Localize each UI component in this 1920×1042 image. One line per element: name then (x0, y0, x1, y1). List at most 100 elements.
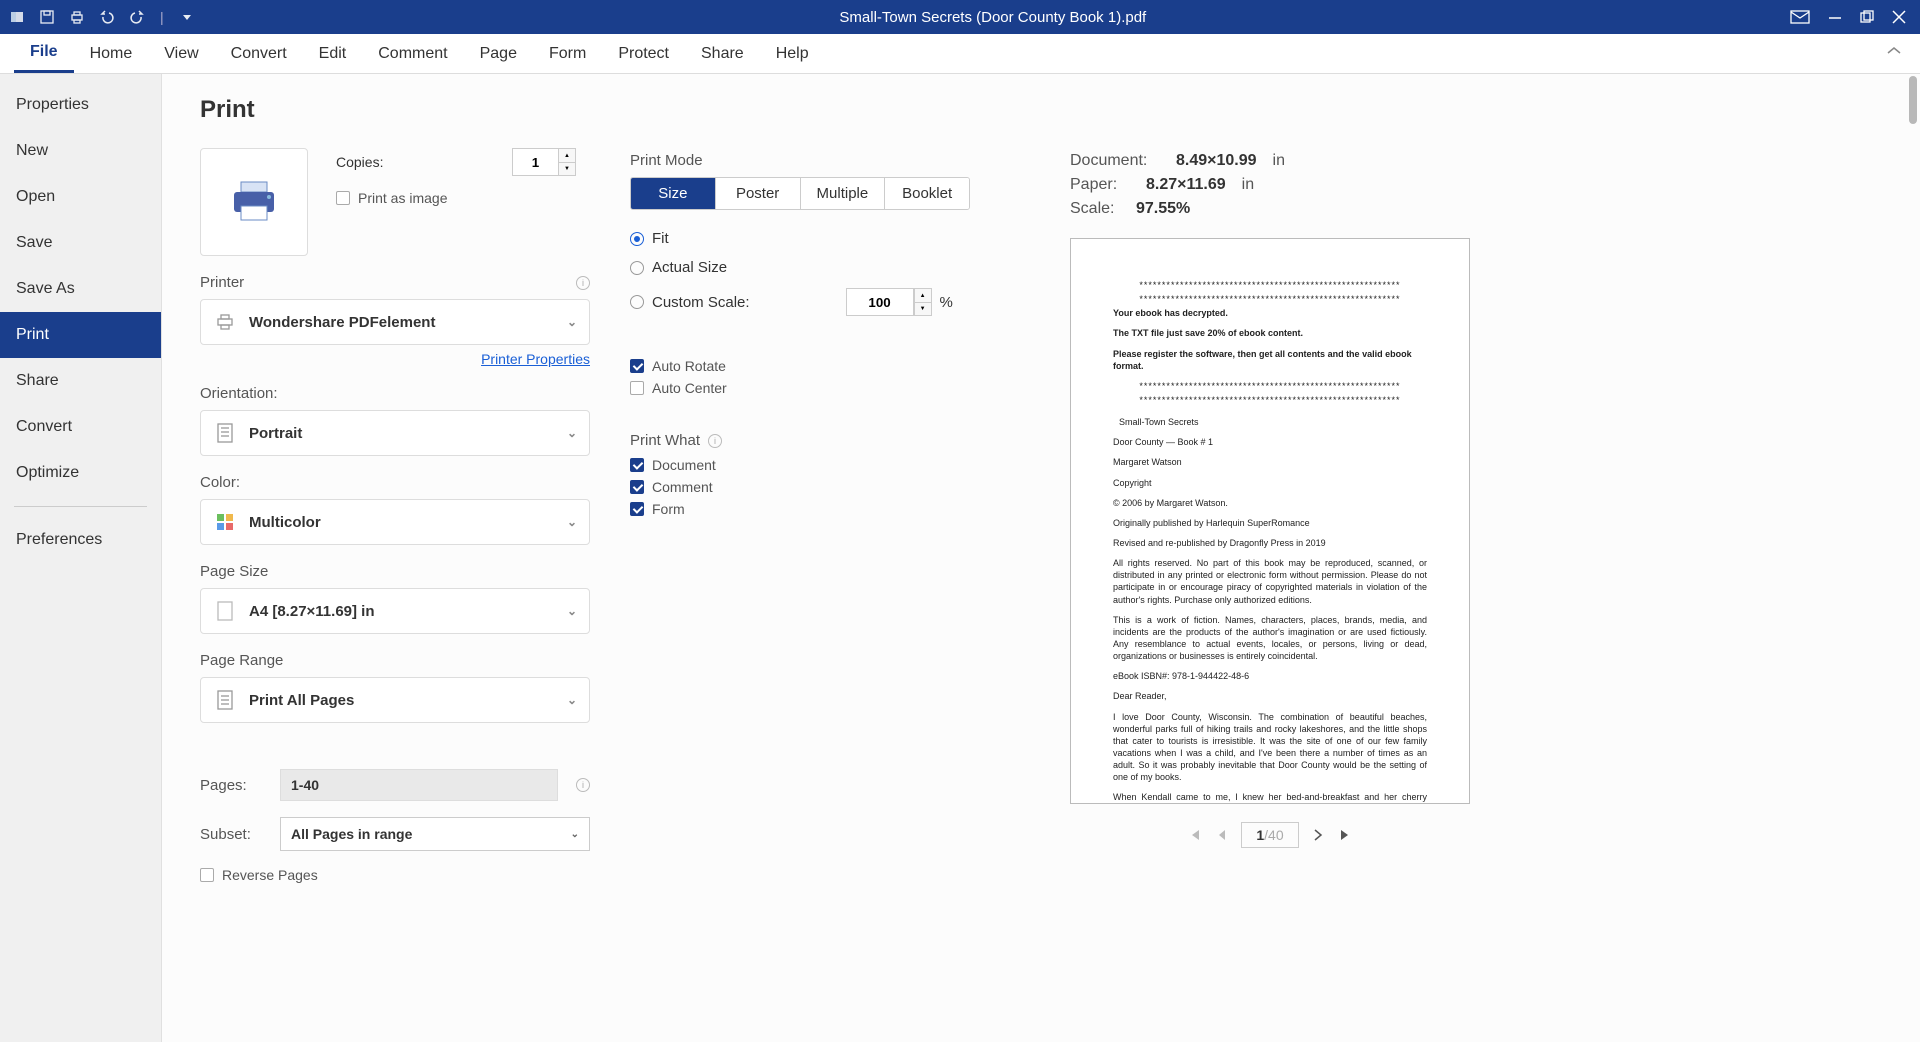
scale-down-icon[interactable]: ▼ (914, 302, 932, 316)
print-document-checkbox[interactable] (630, 458, 644, 472)
sidebar-item-open[interactable]: Open (0, 174, 161, 220)
next-page-icon[interactable] (1309, 826, 1327, 844)
menu-comment[interactable]: Comment (362, 34, 463, 73)
mode-booklet[interactable]: Booklet (885, 178, 969, 209)
fit-radio[interactable] (630, 232, 644, 246)
mode-multiple[interactable]: Multiple (801, 178, 886, 209)
page-size-value: A4 [8.27×11.69] in (249, 603, 375, 620)
preview-text: When Kendall came to me, I knew her bed-… (1113, 791, 1427, 804)
first-page-icon[interactable] (1185, 826, 1203, 844)
pages-input[interactable]: 1-40 (280, 769, 558, 801)
print-icon[interactable] (68, 8, 86, 26)
scrollbar[interactable] (1908, 74, 1918, 1042)
workspace: Properties New Open Save Save As Print S… (0, 74, 1920, 1042)
pages-label: Pages: (200, 777, 262, 794)
preview-text: Door County — Book # 1 (1113, 436, 1427, 448)
menu-edit[interactable]: Edit (303, 34, 363, 73)
mode-poster[interactable]: Poster (716, 178, 801, 209)
color-value: Multicolor (249, 514, 321, 531)
copies-up-icon[interactable]: ▲ (558, 148, 576, 162)
reverse-pages-checkbox[interactable] (200, 868, 214, 882)
menu-view[interactable]: View (148, 34, 214, 73)
printer-properties-link[interactable]: Printer Properties (200, 351, 590, 367)
print-settings-column: Print Copies: ▲ ▼ (200, 96, 590, 1020)
copies-label: Copies: (336, 154, 383, 170)
print-comment-checkbox[interactable] (630, 480, 644, 494)
pages-info-icon[interactable]: i (576, 778, 590, 792)
minimize-icon[interactable] (1828, 10, 1842, 24)
sidebar-item-print[interactable]: Print (0, 312, 161, 358)
collapse-ribbon-icon[interactable] (1886, 46, 1902, 56)
prev-page-icon[interactable] (1213, 826, 1231, 844)
menu-home[interactable]: Home (74, 34, 149, 73)
print-panel: Print Copies: ▲ ▼ (162, 74, 1920, 1042)
copies-input[interactable] (512, 148, 558, 176)
reverse-pages-label: Reverse Pages (222, 867, 318, 883)
sidebar-item-preferences[interactable]: Preferences (0, 517, 161, 563)
color-select[interactable]: Multicolor ⌄ (200, 499, 590, 545)
printer-info-icon[interactable]: i (576, 276, 590, 290)
preview-text: © 2006 by Margaret Watson. (1113, 497, 1427, 509)
mode-size[interactable]: Size (631, 178, 716, 209)
scale-label: Scale: (1070, 200, 1120, 218)
custom-scale-spinner[interactable]: ▲▼ (846, 288, 932, 316)
menu-page[interactable]: Page (464, 34, 533, 73)
menu-protect[interactable]: Protect (602, 34, 685, 73)
print-what-info-icon[interactable]: i (708, 434, 722, 448)
app-logo-icon (8, 8, 26, 26)
sidebar-item-convert[interactable]: Convert (0, 404, 161, 450)
maximize-icon[interactable] (1860, 10, 1874, 24)
auto-center-checkbox[interactable] (630, 381, 644, 395)
auto-rotate-checkbox[interactable] (630, 359, 644, 373)
page-title: Print (200, 96, 590, 124)
print-form-checkbox[interactable] (630, 502, 644, 516)
page-range-select[interactable]: Print All Pages ⌄ (200, 677, 590, 723)
copies-down-icon[interactable]: ▼ (558, 162, 576, 176)
page-indicator[interactable]: 1/40 (1241, 822, 1298, 848)
scrollbar-thumb[interactable] (1909, 76, 1917, 124)
sidebar-item-share[interactable]: Share (0, 358, 161, 404)
sidebar-item-save[interactable]: Save (0, 220, 161, 266)
undo-icon[interactable] (98, 8, 116, 26)
sidebar-item-save-as[interactable]: Save As (0, 266, 161, 312)
custom-scale-radio[interactable] (630, 295, 644, 309)
mail-icon[interactable] (1790, 9, 1810, 25)
redo-icon[interactable] (128, 8, 146, 26)
print-mode-column: Print Mode Size Poster Multiple Booklet … (630, 96, 1010, 1020)
actual-size-radio[interactable] (630, 261, 644, 275)
menu-form[interactable]: Form (533, 34, 602, 73)
titlebar-divider: | (160, 9, 164, 25)
page-size-select[interactable]: A4 [8.27×11.69] in ⌄ (200, 588, 590, 634)
chevron-down-icon: ⌄ (567, 426, 577, 440)
print-comment-label: Comment (652, 479, 713, 495)
last-page-icon[interactable] (1337, 826, 1355, 844)
print-mode-label: Print Mode (630, 152, 703, 169)
menu-share[interactable]: Share (685, 34, 760, 73)
sidebar-item-properties[interactable]: Properties (0, 82, 161, 128)
save-icon[interactable] (38, 8, 56, 26)
sidebar-item-optimize[interactable]: Optimize (0, 450, 161, 496)
dropdown-icon[interactable] (178, 8, 196, 26)
printer-value: Wondershare PDFelement (249, 314, 435, 331)
print-as-image-checkbox[interactable] (336, 191, 350, 205)
menu-help[interactable]: Help (760, 34, 825, 73)
printer-select[interactable]: Wondershare PDFelement ⌄ (200, 299, 590, 345)
preview-text: Small-Town Secrets (1119, 416, 1427, 428)
menu-file[interactable]: File (14, 34, 74, 73)
percent-label: % (940, 294, 953, 311)
custom-scale-input[interactable] (846, 288, 914, 316)
preview-text: Your ebook has decrypted. (1113, 307, 1427, 319)
chevron-down-icon: ⌄ (567, 515, 577, 529)
preview-text: I love Door County, Wisconsin. The combi… (1113, 711, 1427, 784)
copies-spinner[interactable]: ▲ ▼ (512, 148, 576, 176)
preview-text: Please register the software, then get a… (1113, 348, 1427, 372)
subset-select[interactable]: All Pages in range⌄ (280, 817, 590, 851)
file-sidebar: Properties New Open Save Save As Print S… (0, 74, 162, 1042)
sidebar-item-new[interactable]: New (0, 128, 161, 174)
orientation-select[interactable]: Portrait ⌄ (200, 410, 590, 456)
paper-size-unit: in (1242, 176, 1254, 194)
close-icon[interactable] (1892, 10, 1906, 24)
scale-up-icon[interactable]: ▲ (914, 288, 932, 302)
color-label: Color: (200, 474, 240, 491)
menu-convert[interactable]: Convert (215, 34, 303, 73)
